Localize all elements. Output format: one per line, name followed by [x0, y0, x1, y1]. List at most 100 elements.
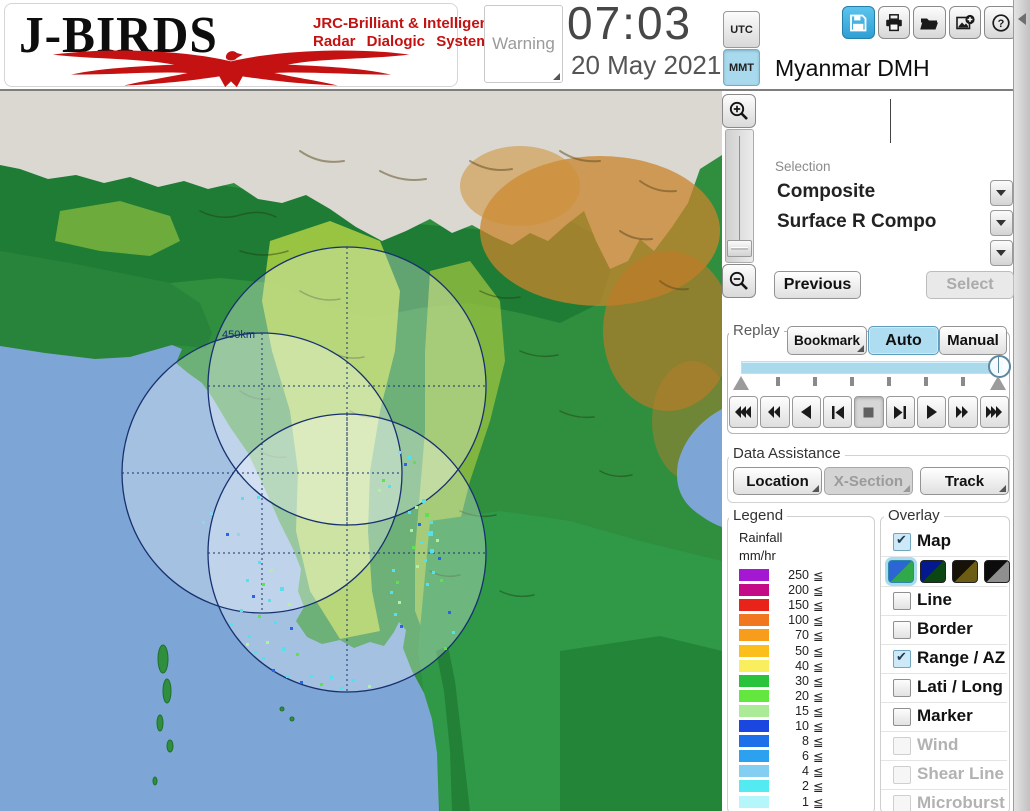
track-button[interactable]: Track: [920, 467, 1009, 495]
legend-color-swatch: [739, 659, 769, 672]
timezone-mmt-button[interactable]: MMT: [723, 49, 760, 86]
zoom-out-button[interactable]: [722, 264, 756, 298]
legend-label: Legend: [729, 507, 788, 524]
range-az-checkbox[interactable]: [893, 649, 911, 668]
radar-map-viewport[interactable]: 450km: [0, 91, 722, 811]
legend-row: 100 ≦: [739, 613, 849, 628]
step-backward-button[interactable]: [822, 396, 853, 428]
map-style-swatch-3[interactable]: [952, 560, 978, 583]
bookmark-button[interactable]: Bookmark: [787, 326, 867, 355]
marker-checkbox[interactable]: [893, 708, 911, 726]
legend-value: 4: [802, 764, 809, 779]
legend-value: 250: [788, 568, 809, 582]
dropdown-composite[interactable]: Composite: [772, 179, 1013, 206]
map-style-swatch-4[interactable]: [984, 560, 1010, 583]
clock-time: 07:03: [567, 0, 693, 49]
legend-title-unit: mm/hr: [739, 548, 776, 563]
legend-color-swatch: [739, 780, 769, 793]
legend-value: 2: [802, 779, 809, 794]
slider-start-marker[interactable]: [733, 376, 749, 390]
play-forward-button[interactable]: [916, 396, 947, 428]
marker-label: Marker: [917, 706, 973, 725]
line-checkbox[interactable]: [893, 592, 911, 610]
legend-value: 15: [795, 703, 809, 718]
magnifier-plus-icon: [729, 101, 748, 120]
rewind-fast-button[interactable]: [729, 396, 759, 428]
add-image-button[interactable]: [948, 6, 982, 39]
clock-date: 20 May 2021: [571, 50, 722, 80]
legend-color-swatch: [739, 599, 769, 612]
map-zoom-slider[interactable]: [725, 129, 754, 263]
x-section-button[interactable]: X-Section: [824, 467, 913, 495]
auto-mode-button[interactable]: Auto: [868, 326, 939, 355]
play-reverse-button[interactable]: [791, 396, 821, 428]
border-label: Border: [917, 619, 973, 638]
step-forward-button[interactable]: [885, 396, 915, 428]
print-button[interactable]: [877, 6, 911, 39]
dropdown-arrow-icon[interactable]: [990, 180, 1013, 206]
manual-mode-button[interactable]: Manual: [939, 326, 1007, 355]
dropdown-product-value: Surface R Compo: [777, 211, 937, 232]
dropdown-extra[interactable]: [772, 239, 1013, 266]
legend-color-swatch: [739, 569, 769, 581]
replay-progress-slider[interactable]: [741, 361, 1003, 374]
overlay-row-border: Border: [881, 616, 1007, 645]
legend-value: 40: [795, 658, 809, 673]
legend-title-rainfall: Rainfall: [739, 530, 783, 545]
slider-end-marker[interactable]: [990, 376, 1006, 390]
legend-value: 1: [802, 794, 809, 809]
wind-checkbox: [893, 737, 911, 755]
wind-label: Wind: [917, 735, 959, 754]
legend-row: 40 ≦: [739, 658, 849, 674]
collapse-arrow-icon: [1018, 13, 1026, 25]
legend-value: 70: [795, 628, 809, 643]
legend-lte-symbol: ≦: [813, 629, 824, 644]
legend-value: 10: [795, 719, 809, 733]
replay-slider-handle[interactable]: [988, 355, 1011, 378]
select-button[interactable]: Select: [926, 271, 1014, 299]
legend-color-swatch: [739, 629, 769, 642]
slider-tick: [776, 377, 780, 386]
overlay-row-shear-line: Shear Line: [881, 761, 1007, 790]
zoom-slider-thumb[interactable]: [727, 240, 752, 257]
range-ring-label: 450km: [222, 329, 255, 341]
legend-row: 250 ≦: [739, 568, 849, 583]
forward-button[interactable]: [948, 396, 978, 428]
panel-collapse-strip[interactable]: [1013, 0, 1030, 811]
previous-button[interactable]: Previous: [774, 271, 861, 299]
warning-label: Warning: [492, 34, 555, 53]
slider-tick: [961, 377, 965, 386]
stop-button[interactable]: [854, 396, 884, 428]
timezone-utc-button[interactable]: UTC: [723, 11, 760, 48]
legend-color-swatch: [739, 584, 769, 597]
legend-lte-symbol: ≦: [813, 674, 824, 689]
legend-row: 200 ≦: [739, 583, 849, 598]
legend-row: 50 ≦: [739, 643, 849, 659]
border-checkbox[interactable]: [893, 621, 911, 639]
map-style-swatch-2[interactable]: [920, 560, 946, 583]
overlay-row-microburst: Microburst: [881, 790, 1007, 811]
warning-button[interactable]: Warning: [484, 5, 563, 83]
dropdown-arrow-icon[interactable]: [990, 210, 1013, 236]
shear-line-label: Shear Line: [917, 764, 1004, 783]
save-button[interactable]: [842, 6, 875, 39]
rewind-button[interactable]: [760, 396, 790, 428]
legend-row: 150 ≦: [739, 598, 849, 613]
map-style-swatch-1[interactable]: [888, 560, 914, 583]
eagle-icon: [52, 50, 410, 88]
overlay-row-line: Line: [881, 587, 1007, 616]
zoom-in-button[interactable]: [722, 94, 756, 128]
open-folder-button[interactable]: [913, 6, 946, 39]
lati-long-checkbox[interactable]: [893, 679, 911, 697]
forward-fast-button[interactable]: [979, 396, 1009, 428]
dropdown-arrow-icon[interactable]: [990, 240, 1013, 266]
legend-row: 1 ≦: [739, 794, 849, 810]
legend-value: 50: [795, 643, 809, 658]
dropdown-product[interactable]: Surface R Compo: [772, 209, 1013, 236]
legend-lte-symbol: ≦: [813, 765, 824, 780]
legend-lte-symbol: ≦: [813, 795, 824, 810]
lati-long-label: Lati / Long: [917, 677, 1003, 696]
location-button[interactable]: Location: [733, 467, 822, 495]
map-checkbox[interactable]: [893, 532, 911, 551]
line-label: Line: [917, 590, 952, 609]
